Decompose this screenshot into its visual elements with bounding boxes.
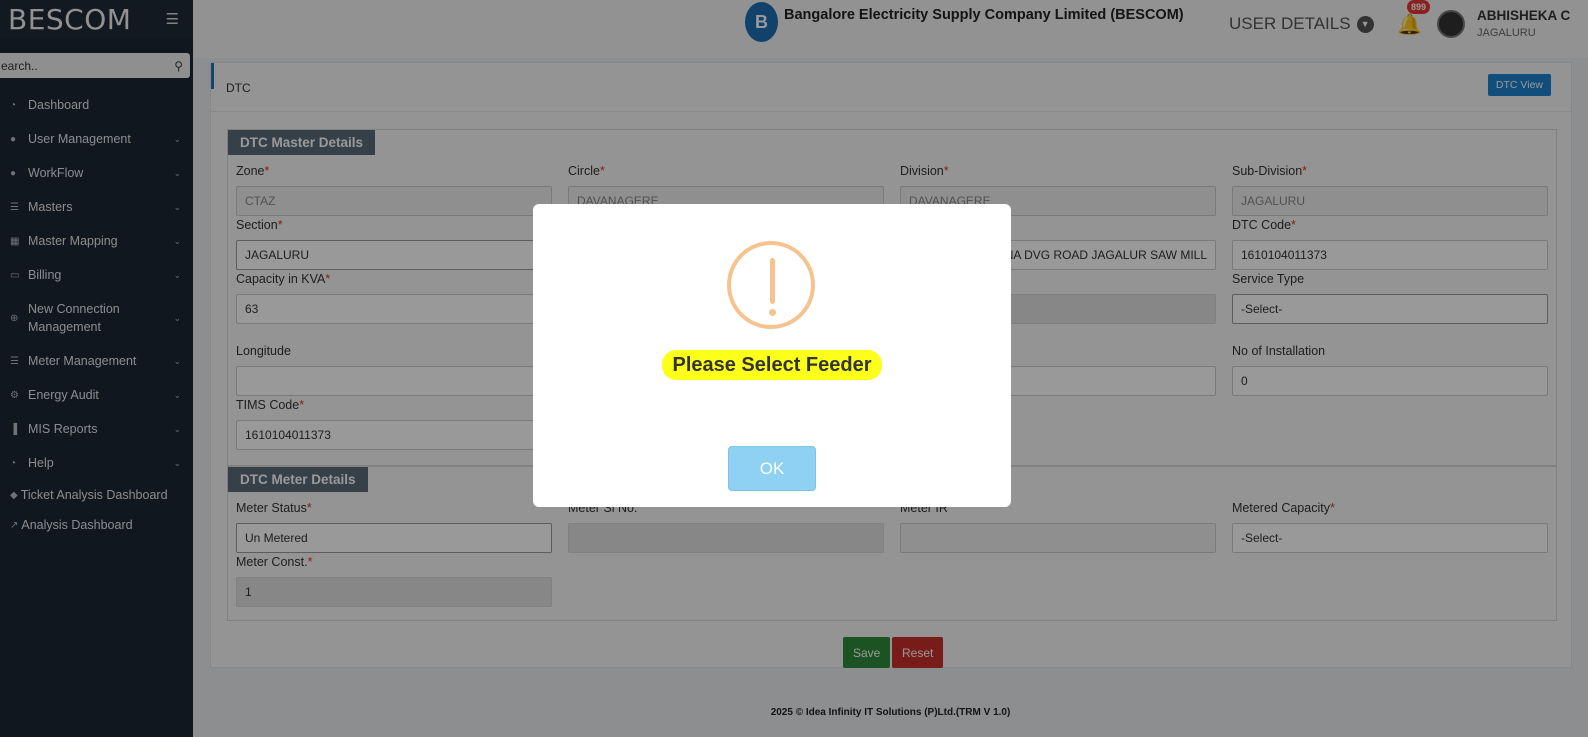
alert-dialog: Please Select Feeder OK	[533, 204, 1011, 507]
warning-icon-bar	[770, 258, 775, 304]
alert-message: Please Select Feeder	[662, 350, 882, 380]
ok-button[interactable]: OK	[728, 446, 816, 491]
alert-message-wrap: Please Select Feeder	[533, 350, 1011, 380]
warning-icon-dot	[769, 309, 776, 316]
warning-icon	[727, 241, 815, 329]
modal-overlay[interactable]: Please Select Feeder OK	[0, 0, 1588, 737]
